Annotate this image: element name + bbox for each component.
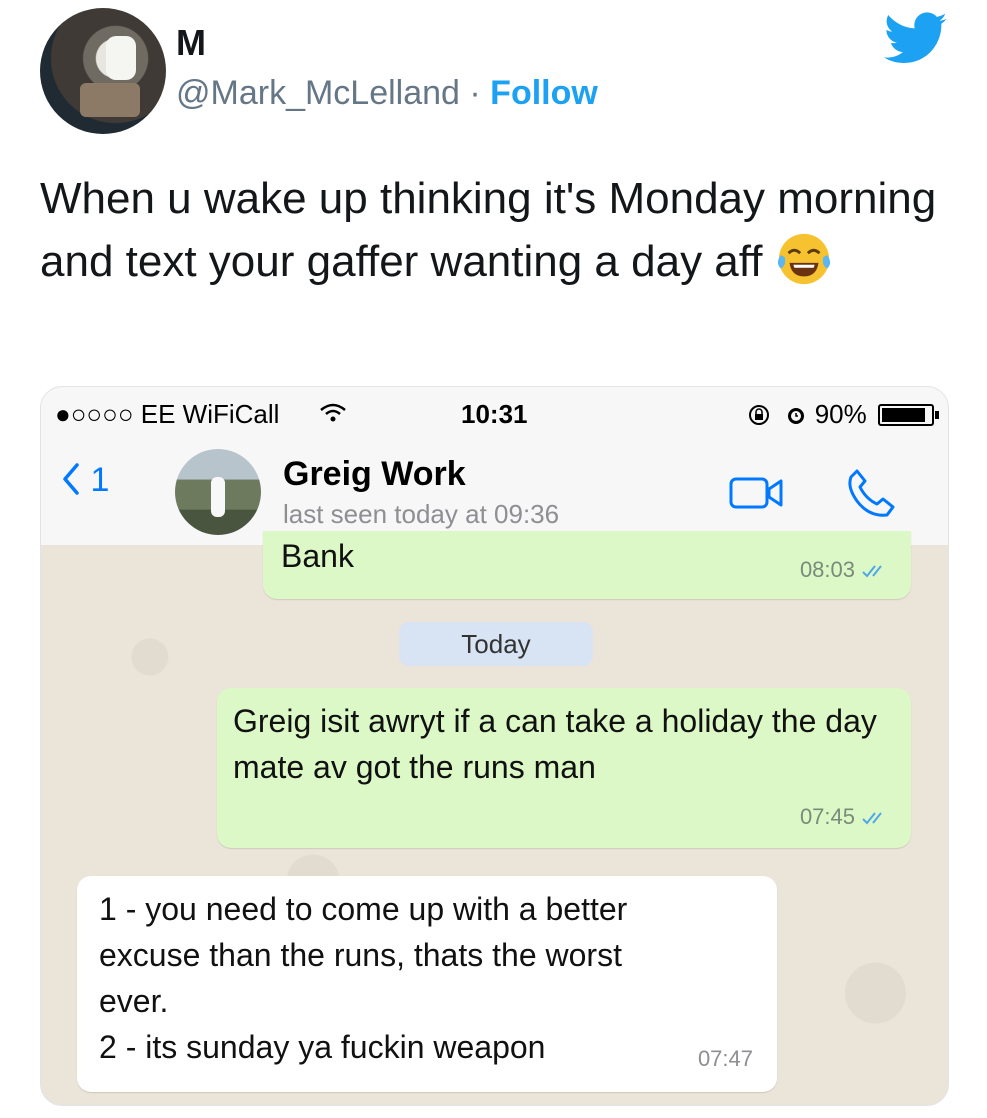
rotation-lock-icon [749, 405, 770, 425]
message-bubble-outgoing[interactable]: Greig isit awryt if a can take a holiday… [217, 688, 911, 848]
message-line: 1 - you need to come up with a better [99, 891, 628, 927]
message-text: Bank [281, 538, 354, 574]
status-time: 10:31 [461, 399, 528, 429]
video-call-icon[interactable] [729, 475, 785, 511]
message-text: Greig isit awryt if a can take a holiday… [233, 703, 877, 785]
read-ticks-icon [862, 565, 882, 578]
handle-row: @Mark_McLelland · Follow [176, 74, 598, 113]
tears-of-joy-emoji-icon [777, 233, 830, 285]
contact-avatar-person [211, 477, 225, 517]
status-bar: ●○○○○ EE WiFiCall 10:31 90% [41, 387, 948, 437]
chevron-left-icon [63, 463, 79, 495]
twitter-logo-icon[interactable] [884, 12, 948, 66]
follow-button[interactable]: Follow [490, 74, 598, 112]
author-name[interactable]: M [176, 22, 206, 64]
avatar-person-shape [106, 36, 136, 80]
message-timestamp: 07:47 [697, 1046, 753, 1071]
message-bubble-incoming[interactable]: 1 - you need to come up with a better ex… [77, 876, 777, 1092]
carrier-label: ●○○○○ EE WiFiCall [55, 399, 280, 429]
tweet-header: M @Mark_McLelland · Follow [0, 0, 987, 150]
read-ticks-icon [862, 812, 882, 825]
message-line: 2 - its sunday ya fuckin weapon [99, 1029, 546, 1065]
contact-avatar[interactable] [175, 449, 261, 535]
chat-header: 1 Greig Work last seen today at 09:36 [41, 437, 948, 546]
tweet-text: When u wake up thinking it's Monday morn… [40, 168, 960, 293]
last-seen-status: last seen today at 09:36 [283, 499, 560, 529]
day-separator: Today [399, 622, 593, 666]
author-avatar[interactable] [40, 8, 166, 134]
whatsapp-screenshot: ●○○○○ EE WiFiCall 10:31 90% 1 Greig Work… [40, 386, 949, 1106]
author-handle[interactable]: @Mark_McLelland [176, 74, 460, 112]
message-text: 1 - you need to come up with a better ex… [99, 886, 699, 1070]
message-line: excuse than the runs, thats the worst [99, 937, 622, 973]
message-line: ever. [99, 983, 169, 1019]
handle-separator: · [459, 74, 491, 112]
status-right: 90% [748, 399, 939, 430]
message-time: 08:03 [800, 547, 891, 593]
back-button[interactable]: 1 [61, 461, 109, 500]
contact-name[interactable]: Greig Work [283, 455, 466, 494]
message-bubble-outgoing[interactable]: Bank 08:03 [263, 531, 911, 599]
message-timestamp: 07:45 [799, 804, 855, 829]
avatar-chair-shape [80, 83, 140, 117]
battery-icon [878, 404, 939, 426]
unread-count: 1 [90, 461, 110, 499]
battery-percent: 90% [814, 399, 867, 429]
phone-call-icon[interactable] [845, 467, 897, 519]
alarm-icon [788, 408, 805, 424]
wifi-icon [320, 403, 346, 422]
chat-area: Bank 08:03 Today Greig isit awryt if a c… [41, 531, 948, 1105]
message-time: 07:45 [800, 794, 891, 840]
message-timestamp: 08:03 [799, 557, 855, 582]
